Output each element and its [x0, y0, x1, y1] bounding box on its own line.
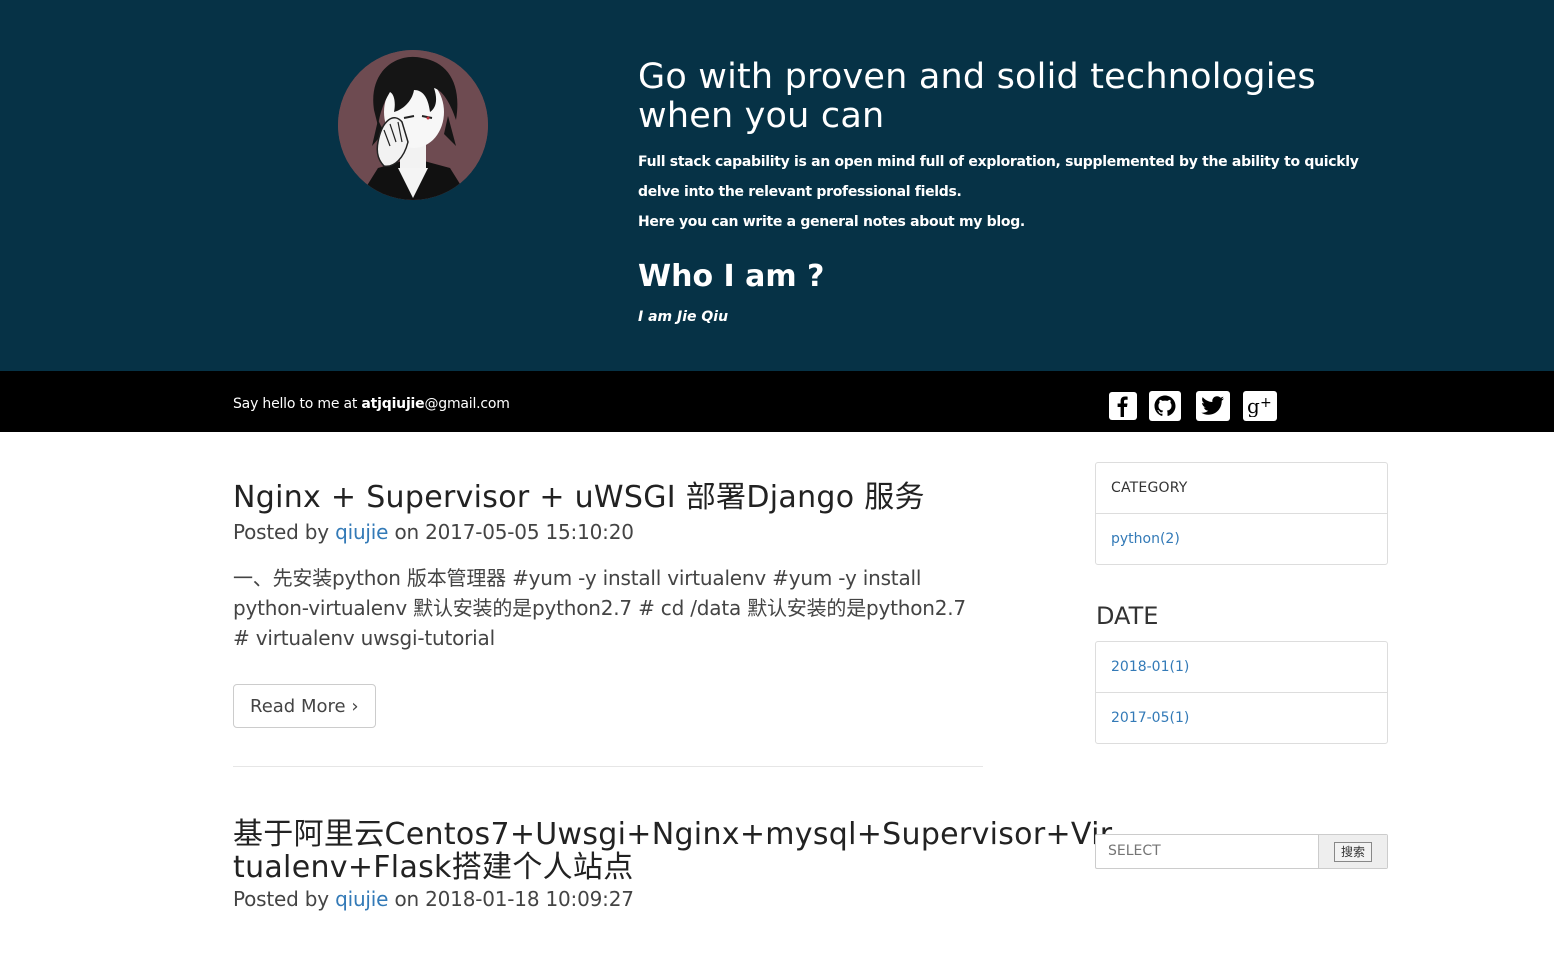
hero-description-line1: Full stack capability is an open mind fu… [638, 154, 1359, 200]
post-date: 2018-01-18 10:09:27 [425, 887, 634, 911]
avatar [338, 50, 488, 200]
hero-subheading: Who I am ? [638, 259, 825, 294]
chevron-right-icon: › [351, 696, 359, 717]
date-item-2018-01[interactable]: 2018-01(1) [1096, 642, 1387, 693]
search-button[interactable]: 搜索 [1333, 841, 1372, 862]
search-box: 搜索 [1095, 834, 1388, 869]
hero-description-line2: Here you can write a general notes about… [638, 214, 1025, 230]
read-more-button[interactable]: Read More › [233, 684, 376, 728]
hero-title: Go with proven and solid technologies wh… [638, 57, 1316, 136]
date-heading: DATE [1096, 602, 1159, 630]
hero-name: I am Jie Qiu [638, 309, 729, 325]
contact-text: Say hello to me at atjqiujie@gmail.com [233, 396, 510, 412]
github-icon[interactable] [1149, 391, 1181, 421]
post-title[interactable]: 基于阿里云Centos7+Uwsgi+Nginx+mysql+Superviso… [233, 818, 1118, 884]
post-author-link[interactable]: qiujie [335, 887, 388, 911]
post-2: 基于阿里云Centos7+Uwsgi+Nginx+mysql+Superviso… [233, 818, 1133, 911]
google-plus-icon[interactable]: g + [1243, 391, 1277, 421]
posted-by-label: Posted by [233, 520, 329, 544]
post-date: 2017-05-05 15:10:20 [425, 520, 634, 544]
post-author-link[interactable]: qiujie [335, 520, 388, 544]
post-1: Nginx + Supervisor + uWSGI 部署Django 服务 P… [233, 481, 983, 728]
date-panel: 2018-01(1) 2017-05(1) [1095, 641, 1388, 744]
date-item-2017-05[interactable]: 2017-05(1) [1096, 693, 1387, 743]
post-divider [233, 766, 983, 767]
post-excerpt: 一、先安装python 版本管理器 #yum -y install virtua… [233, 566, 966, 650]
category-item-python[interactable]: python(2) [1096, 514, 1387, 564]
on-label: on [394, 520, 419, 544]
hero-text: Go with proven and solid technologies wh… [638, 57, 1378, 326]
posted-by-label: Posted by [233, 887, 329, 911]
contact-bar: Say hello to me at atjqiujie@gmail.com [0, 371, 1554, 432]
category-panel: CATEGORY python(2) [1095, 462, 1388, 565]
facebook-icon[interactable] [1109, 392, 1137, 420]
svg-text:g: g [1247, 395, 1260, 417]
contact-email-domain[interactable]: @gmail.com [424, 396, 509, 412]
post-title[interactable]: Nginx + Supervisor + uWSGI 部署Django 服务 [233, 481, 983, 514]
on-label: on [394, 887, 419, 911]
contact-prefix: Say hello to me at [233, 396, 362, 412]
search-input[interactable] [1096, 835, 1340, 866]
read-more-label: Read More [250, 696, 346, 717]
avatar-illustration [338, 50, 488, 200]
svg-text:+: + [1260, 395, 1272, 411]
post-meta: Posted by qiujie on 2018-01-18 10:09:27 [233, 887, 1133, 911]
search-addon: 搜索 [1318, 835, 1387, 868]
contact-email-user[interactable]: atjqiujie [361, 396, 424, 412]
post-meta: Posted by qiujie on 2017-05-05 15:10:20 [233, 520, 983, 544]
hero-description: Full stack capability is an open mind fu… [638, 147, 1378, 237]
category-heading: CATEGORY [1096, 463, 1387, 514]
hero-banner: Go with proven and solid technologies wh… [0, 0, 1554, 371]
twitter-icon[interactable] [1196, 391, 1230, 421]
